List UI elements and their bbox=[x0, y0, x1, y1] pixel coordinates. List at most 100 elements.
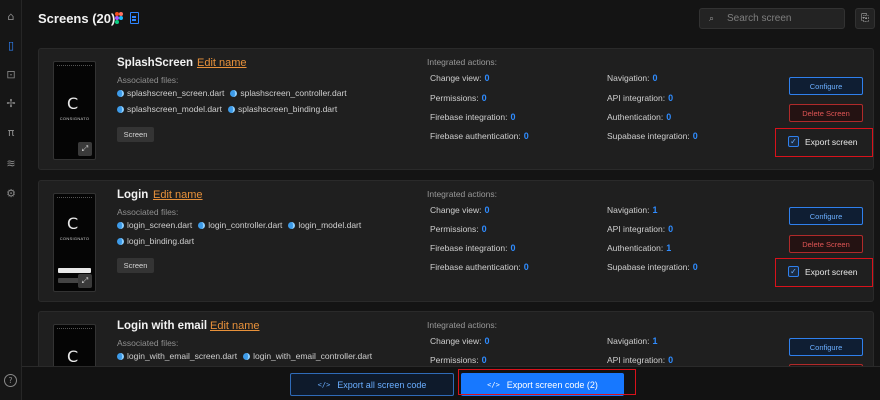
file-settings-icon: ⎘ bbox=[861, 13, 869, 24]
file-item[interactable]: login_model.dart bbox=[288, 219, 361, 232]
stat-firebase-integration: Firebase integration: 0 bbox=[430, 243, 516, 253]
export-screen-label[interactable]: Export screen bbox=[805, 137, 857, 147]
file-name: splashscreen_controller.dart bbox=[240, 88, 347, 98]
stat-firebase-auth: Firebase authentication: 0 bbox=[430, 262, 529, 272]
delete-screen-button[interactable]: Delete Screen bbox=[789, 235, 863, 253]
integrated-actions-label: Integrated actions: bbox=[427, 189, 497, 199]
stat-permissions: Permissions: 0 bbox=[430, 224, 487, 234]
pi-icon[interactable]: π bbox=[3, 124, 19, 140]
file-list: login_with_email_screen.dart login_with_… bbox=[117, 350, 417, 363]
search-box[interactable]: ⌕ bbox=[699, 8, 845, 29]
associated-files-label: Associated files: bbox=[117, 75, 179, 85]
file-item[interactable]: splashscreen_model.dart bbox=[117, 103, 222, 116]
edit-name-link[interactable]: Edit name bbox=[197, 57, 247, 69]
export-button-highlight bbox=[458, 369, 636, 395]
delete-screen-button[interactable]: Delete Screen bbox=[789, 104, 863, 122]
export-screen-checkbox[interactable]: ✓ bbox=[788, 136, 799, 147]
code-icon: </> bbox=[317, 380, 331, 389]
dart-file-icon bbox=[117, 106, 124, 113]
file-item[interactable]: splashscreen_controller.dart bbox=[230, 87, 347, 100]
dart-file-icon bbox=[117, 90, 124, 97]
figma-icon[interactable] bbox=[115, 12, 123, 24]
code-box-icon[interactable]: ⊡ bbox=[3, 66, 19, 82]
dart-file-icon bbox=[288, 222, 296, 229]
file-list: login_screen.dart login_controller.dart … bbox=[117, 219, 387, 248]
screen-type-badge: Screen bbox=[117, 127, 154, 142]
file-name: splashscreen_binding.dart bbox=[237, 104, 338, 114]
stat-supabase-integration: Supabase integration: 0 bbox=[607, 131, 698, 141]
dart-file-icon bbox=[230, 90, 238, 97]
configure-button[interactable]: Configure bbox=[789, 338, 863, 356]
stat-supabase-integration: Supabase integration: 0 bbox=[607, 262, 698, 272]
export-screen-checkbox[interactable]: ✓ bbox=[788, 266, 799, 277]
wifi-icon[interactable]: ≋ bbox=[3, 155, 19, 171]
export-all-screen-code-button[interactable]: </> Export all screen code bbox=[290, 373, 454, 396]
file-item[interactable]: login_controller.dart bbox=[198, 219, 282, 232]
file-item[interactable]: splashscreen_binding.dart bbox=[227, 103, 338, 116]
screen-card-login: C CONSIGNATO ⤢ Login Edit name Associate… bbox=[38, 180, 874, 302]
stat-permissions: Permissions: 0 bbox=[430, 93, 487, 103]
search-input[interactable] bbox=[727, 13, 837, 24]
settings-icon[interactable]: ⚙ bbox=[3, 185, 19, 201]
left-rail: ⌂ ▯ ⊡ ✢ π ≋ ⚙ ? bbox=[0, 0, 22, 400]
file-item[interactable]: login_binding.dart bbox=[117, 235, 194, 248]
stat-api-integration: API integration: 0 bbox=[607, 93, 674, 103]
integrated-actions-label: Integrated actions: bbox=[427, 57, 497, 67]
integrated-actions-label: Integrated actions: bbox=[427, 320, 497, 330]
export-screen-highlight: ✓ Export screen bbox=[775, 258, 873, 287]
file-name: splashscreen_screen.dart bbox=[127, 88, 225, 98]
stat-change-view: Change view: 0 bbox=[430, 205, 490, 215]
components-icon[interactable]: ✢ bbox=[3, 95, 19, 111]
dart-file-icon bbox=[227, 106, 235, 113]
screen-thumbnail: C CONSIGNATO ⤢ bbox=[53, 193, 96, 292]
stat-change-view: Change view: 0 bbox=[430, 336, 490, 346]
export-screen-label[interactable]: Export screen bbox=[805, 267, 857, 277]
associated-files-label: Associated files: bbox=[117, 207, 179, 217]
help-icon[interactable]: ? bbox=[4, 374, 17, 387]
thumbnail-brand-text: CONSIGNATO bbox=[59, 116, 90, 121]
stat-navigation: Navigation: 0 bbox=[607, 73, 658, 83]
screen-name: Login bbox=[117, 189, 149, 201]
stat-navigation: Navigation: 1 bbox=[607, 336, 658, 346]
file-name: login_model.dart bbox=[298, 220, 362, 230]
configure-button[interactable]: Configure bbox=[789, 207, 863, 225]
stat-navigation: Navigation: 1 bbox=[607, 205, 658, 215]
expand-icon[interactable]: ⤢ bbox=[78, 274, 92, 288]
search-icon: ⌕ bbox=[709, 13, 715, 24]
brand-logo-icon: C bbox=[67, 94, 79, 113]
expand-icon[interactable]: ⤢ bbox=[78, 142, 92, 156]
stat-firebase-integration: Firebase integration: 0 bbox=[430, 112, 516, 122]
export-screen-highlight: ✓ Export screen bbox=[775, 128, 873, 157]
phone-icon[interactable]: ▯ bbox=[3, 37, 19, 53]
edit-name-link[interactable]: Edit name bbox=[153, 189, 203, 201]
stat-firebase-auth: Firebase authentication: 0 bbox=[430, 131, 529, 141]
file-name: login_screen.dart bbox=[127, 220, 193, 230]
screen-name: Login with email bbox=[117, 320, 208, 332]
stat-authentication: Authentication: 0 bbox=[607, 112, 672, 122]
stat-authentication: Authentication: 1 bbox=[607, 243, 672, 253]
configure-button[interactable]: Configure bbox=[789, 77, 863, 95]
page-title: Screens (20) bbox=[38, 11, 116, 26]
file-name: login_with_email_screen.dart bbox=[127, 351, 238, 361]
edit-name-link[interactable]: Edit name bbox=[210, 320, 260, 332]
dart-file-icon bbox=[117, 238, 124, 245]
screen-type-badge: Screen bbox=[117, 258, 154, 273]
dart-file-icon bbox=[117, 353, 124, 360]
file-item[interactable]: splashscreen_screen.dart bbox=[117, 87, 224, 100]
dart-file-icon bbox=[117, 222, 124, 229]
stat-api-integration: API integration: 0 bbox=[607, 224, 674, 234]
screen-card-splashscreen: C CONSIGNATO ⤢ SplashScreen Edit name As… bbox=[38, 48, 874, 170]
stat-permissions: Permissions: 0 bbox=[430, 355, 487, 365]
export-all-label: Export all screen code bbox=[337, 379, 427, 390]
login-button-preview bbox=[58, 268, 91, 273]
file-item[interactable]: login_screen.dart bbox=[117, 219, 192, 232]
file-item[interactable]: login_with_email_controller.dart bbox=[243, 350, 372, 363]
export-settings-button[interactable]: ⎘ bbox=[855, 8, 875, 29]
file-item[interactable]: login_with_email_screen.dart bbox=[117, 350, 237, 363]
stat-api-integration: API integration: 0 bbox=[607, 355, 674, 365]
document-icon[interactable] bbox=[130, 12, 139, 24]
file-name: login_controller.dart bbox=[208, 220, 283, 230]
home-icon[interactable]: ⌂ bbox=[3, 8, 19, 24]
associated-files-label: Associated files: bbox=[117, 338, 179, 348]
brand-logo-icon: C bbox=[67, 347, 79, 366]
